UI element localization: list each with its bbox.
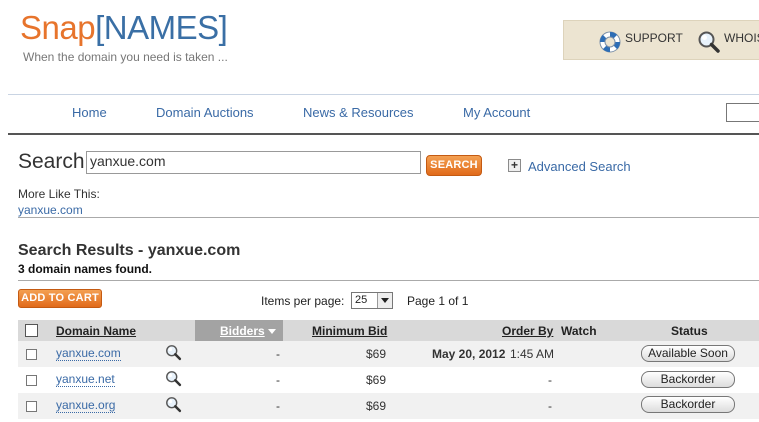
row-checkbox[interactable] <box>26 401 37 412</box>
logo-names: [NAMES] <box>95 9 228 46</box>
order-time: - <box>548 373 552 387</box>
min-bid-value: $69 <box>365 399 386 413</box>
advanced-search-link[interactable]: Advanced Search <box>528 159 631 174</box>
min-bid-value: $69 <box>365 347 386 361</box>
domain-link[interactable]: yanxue.com <box>56 347 121 361</box>
select-all-checkbox[interactable] <box>25 324 38 337</box>
magnifier-icon <box>698 31 720 53</box>
page-info: Page 1 of 1 <box>407 294 469 308</box>
magnifier-icon[interactable] <box>165 396 182 413</box>
lifebuoy-icon <box>599 31 621 53</box>
col-status: Status <box>671 324 708 338</box>
col-order-by[interactable]: Order By <box>502 324 553 338</box>
nav-home[interactable]: Home <box>72 105 107 120</box>
nav-bottom-divider <box>8 133 759 135</box>
min-bid-value: $69 <box>365 373 386 387</box>
items-per-page-select[interactable]: 25 <box>351 292 393 309</box>
divider <box>18 280 759 281</box>
col-domain-name[interactable]: Domain Name <box>56 324 136 338</box>
sort-desc-icon <box>267 329 276 335</box>
support-label: SUPPORT <box>625 31 683 45</box>
results-count: 3 domain names found. <box>18 262 153 276</box>
logo-tagline: When the domain you need is taken ... <box>23 50 228 64</box>
items-per-page-value: 25 <box>355 294 368 306</box>
items-per-page-label: Items per page: <box>261 294 345 308</box>
utility-bar: SUPPORT WHOIS <box>563 20 759 60</box>
status-button[interactable]: Available Soon <box>641 345 735 362</box>
col-minimum-bid[interactable]: Minimum Bid <box>312 324 387 338</box>
bidders-value: - <box>276 399 280 413</box>
results-table-header: Domain Name Bidders Minimum Bid Order By… <box>18 320 759 341</box>
status-button[interactable]: Backorder <box>641 371 735 388</box>
row-checkbox[interactable] <box>26 375 37 386</box>
whois-label: WHOIS <box>724 31 759 45</box>
row-checkbox[interactable] <box>26 349 37 360</box>
nav-my-account[interactable]: My Account <box>463 105 530 120</box>
site-logo[interactable]: Snap[NAMES] When the domain you need is … <box>20 9 228 65</box>
order-time: - <box>548 399 552 413</box>
nav-news-resources[interactable]: News & Resources <box>303 105 414 120</box>
plus-icon[interactable]: + <box>508 159 521 172</box>
nav-domain-auctions[interactable]: Domain Auctions <box>156 105 254 120</box>
bidders-value: - <box>276 373 280 387</box>
results-title: Search Results - yanxue.com <box>18 242 241 259</box>
dropdown-arrow-icon[interactable] <box>377 293 392 308</box>
logo-snap: Snap <box>20 9 96 46</box>
more-like-label: More Like This: <box>18 187 100 201</box>
col-bidders[interactable]: Bidders <box>220 324 276 338</box>
col-bidders-label: Bidders <box>220 324 265 338</box>
search-heading: Search <box>18 150 85 173</box>
magnifier-icon[interactable] <box>165 344 182 361</box>
support-link[interactable]: SUPPORT <box>598 30 683 54</box>
whois-link[interactable]: WHOIS <box>697 30 759 54</box>
magnifier-icon[interactable] <box>165 370 182 387</box>
nav-top-divider <box>8 94 759 95</box>
bidders-value: - <box>276 347 280 361</box>
table-row: yanxue.net - $69 - Backorder <box>18 367 759 393</box>
domain-link[interactable]: yanxue.net <box>56 373 115 387</box>
add-to-cart-button[interactable]: ADD TO CART <box>18 289 102 308</box>
col-watch: Watch <box>561 324 597 338</box>
nav-quick-input[interactable] <box>726 103 759 122</box>
search-button[interactable]: SEARCH <box>426 155 482 176</box>
order-time: 1:45 AM <box>510 347 555 361</box>
search-input[interactable]: yanxue.com <box>86 151 421 174</box>
status-button[interactable]: Backorder <box>641 396 735 413</box>
table-row: yanxue.org - $69 - Backorder <box>18 393 759 419</box>
table-row: yanxue.com - $69 May 20, 2012 1:45 AM Av… <box>18 341 759 367</box>
more-like-link[interactable]: yanxue.com <box>18 203 83 217</box>
divider <box>18 217 759 218</box>
domain-link[interactable]: yanxue.org <box>56 399 116 413</box>
order-date: May 20, 2012 <box>432 347 506 361</box>
